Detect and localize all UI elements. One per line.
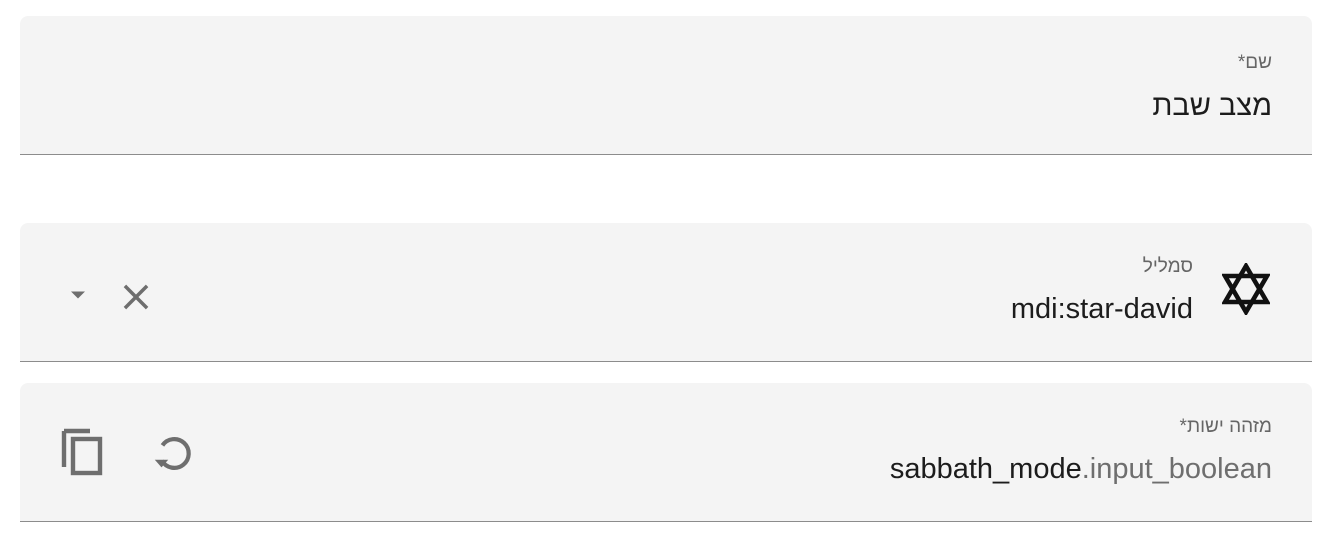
- name-field-label: שם*: [1237, 52, 1272, 73]
- icon-field[interactable]: סמליל mdi:star-david: [20, 223, 1312, 362]
- entity-id-suffix: .input_boolean: [1081, 453, 1272, 485]
- copy-icon[interactable]: [58, 425, 106, 477]
- dropdown-arrow-icon[interactable]: [64, 281, 92, 309]
- star-david-icon: [1222, 263, 1270, 315]
- entity-id-label: מזהה ישות*: [1179, 416, 1272, 437]
- close-icon[interactable]: [117, 278, 155, 316]
- icon-field-value[interactable]: mdi:star-david: [1011, 293, 1193, 326]
- name-field-value[interactable]: מצב שבת: [1152, 90, 1272, 123]
- icon-field-label: סמליל: [1142, 256, 1193, 277]
- name-field[interactable]: שם* מצב שבת: [20, 16, 1312, 155]
- entity-id-field[interactable]: מזהה ישות* sabbath_mode.input_boolean: [20, 383, 1312, 522]
- entity-id-value[interactable]: sabbath_mode.input_boolean: [890, 453, 1272, 486]
- entity-id-main: sabbath_mode: [889, 453, 1082, 485]
- refresh-icon[interactable]: [150, 431, 196, 477]
